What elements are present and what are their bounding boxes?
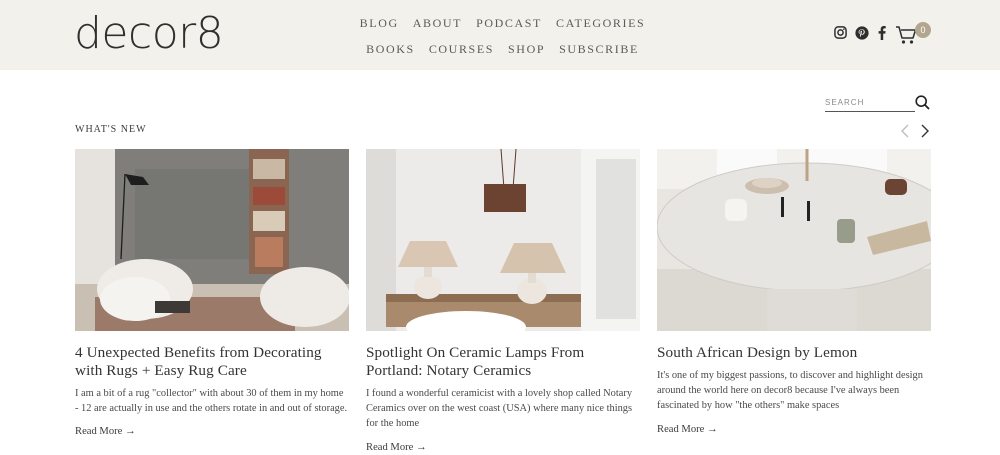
article-excerpt: It's one of my biggest passions, to disc…	[657, 370, 923, 412]
cart-count-badge: 0	[915, 22, 931, 38]
carousel-prev-arrow-icon[interactable]	[900, 124, 910, 143]
search-icon[interactable]	[915, 95, 930, 115]
nav-link-blog[interactable]: BLOG	[360, 16, 399, 31]
pinterest-icon[interactable]	[855, 26, 869, 40]
nav-row-secondary: BOOKS COURSES SHOP SUBSCRIBE	[360, 36, 645, 62]
nav-link-subscribe[interactable]: SUBSCRIBE	[559, 42, 639, 57]
site-logo[interactable]: decor8	[74, 8, 224, 60]
read-more-link[interactable]: Read More →	[657, 424, 718, 435]
read-more-link[interactable]: Read More →	[75, 426, 136, 437]
carousel-next-arrow-icon[interactable]	[920, 124, 930, 143]
nav-link-courses[interactable]: COURSES	[429, 42, 494, 57]
instagram-icon[interactable]	[834, 26, 847, 39]
article-image-table[interactable]	[657, 149, 931, 331]
search-input[interactable]	[825, 94, 915, 112]
nav-link-categories[interactable]: CATEGORIES	[556, 16, 645, 31]
section-title: WHAT'S NEW	[75, 124, 147, 135]
shopping-cart-icon[interactable]	[895, 25, 917, 50]
article-title[interactable]: 4 Unexpected Benefits from Decorating wi…	[75, 344, 349, 380]
main-nav: BLOG ABOUT PODCAST CATEGORIES BOOKS COUR…	[360, 10, 645, 62]
article-card: Spotlight On Ceramic Lamps From Portland…	[366, 149, 640, 455]
nav-link-podcast[interactable]: PODCAST	[476, 16, 542, 31]
nav-row-primary: BLOG ABOUT PODCAST CATEGORIES	[360, 10, 645, 36]
article-card: 4 Unexpected Benefits from Decorating wi…	[75, 149, 349, 439]
article-title[interactable]: Spotlight On Ceramic Lamps From Portland…	[366, 344, 640, 380]
article-image-lamps[interactable]	[366, 149, 640, 331]
nav-link-about[interactable]: ABOUT	[413, 16, 462, 31]
nav-link-shop[interactable]: SHOP	[508, 42, 545, 57]
facebook-icon[interactable]	[878, 26, 886, 40]
site-header: decor8 BLOG ABOUT PODCAST CATEGORIES BOO…	[0, 0, 1000, 70]
read-more-link[interactable]: Read More →	[366, 442, 427, 453]
article-title[interactable]: South African Design by Lemon	[657, 344, 931, 362]
article-image-rugs[interactable]	[75, 149, 349, 331]
nav-link-books[interactable]: BOOKS	[366, 42, 415, 57]
article-card: South African Design by Lemon It's one o…	[657, 149, 931, 437]
article-excerpt: I am a bit of a rug "collector" with abo…	[75, 388, 348, 415]
article-excerpt: I found a wonderful ceramicist with a lo…	[366, 388, 633, 430]
